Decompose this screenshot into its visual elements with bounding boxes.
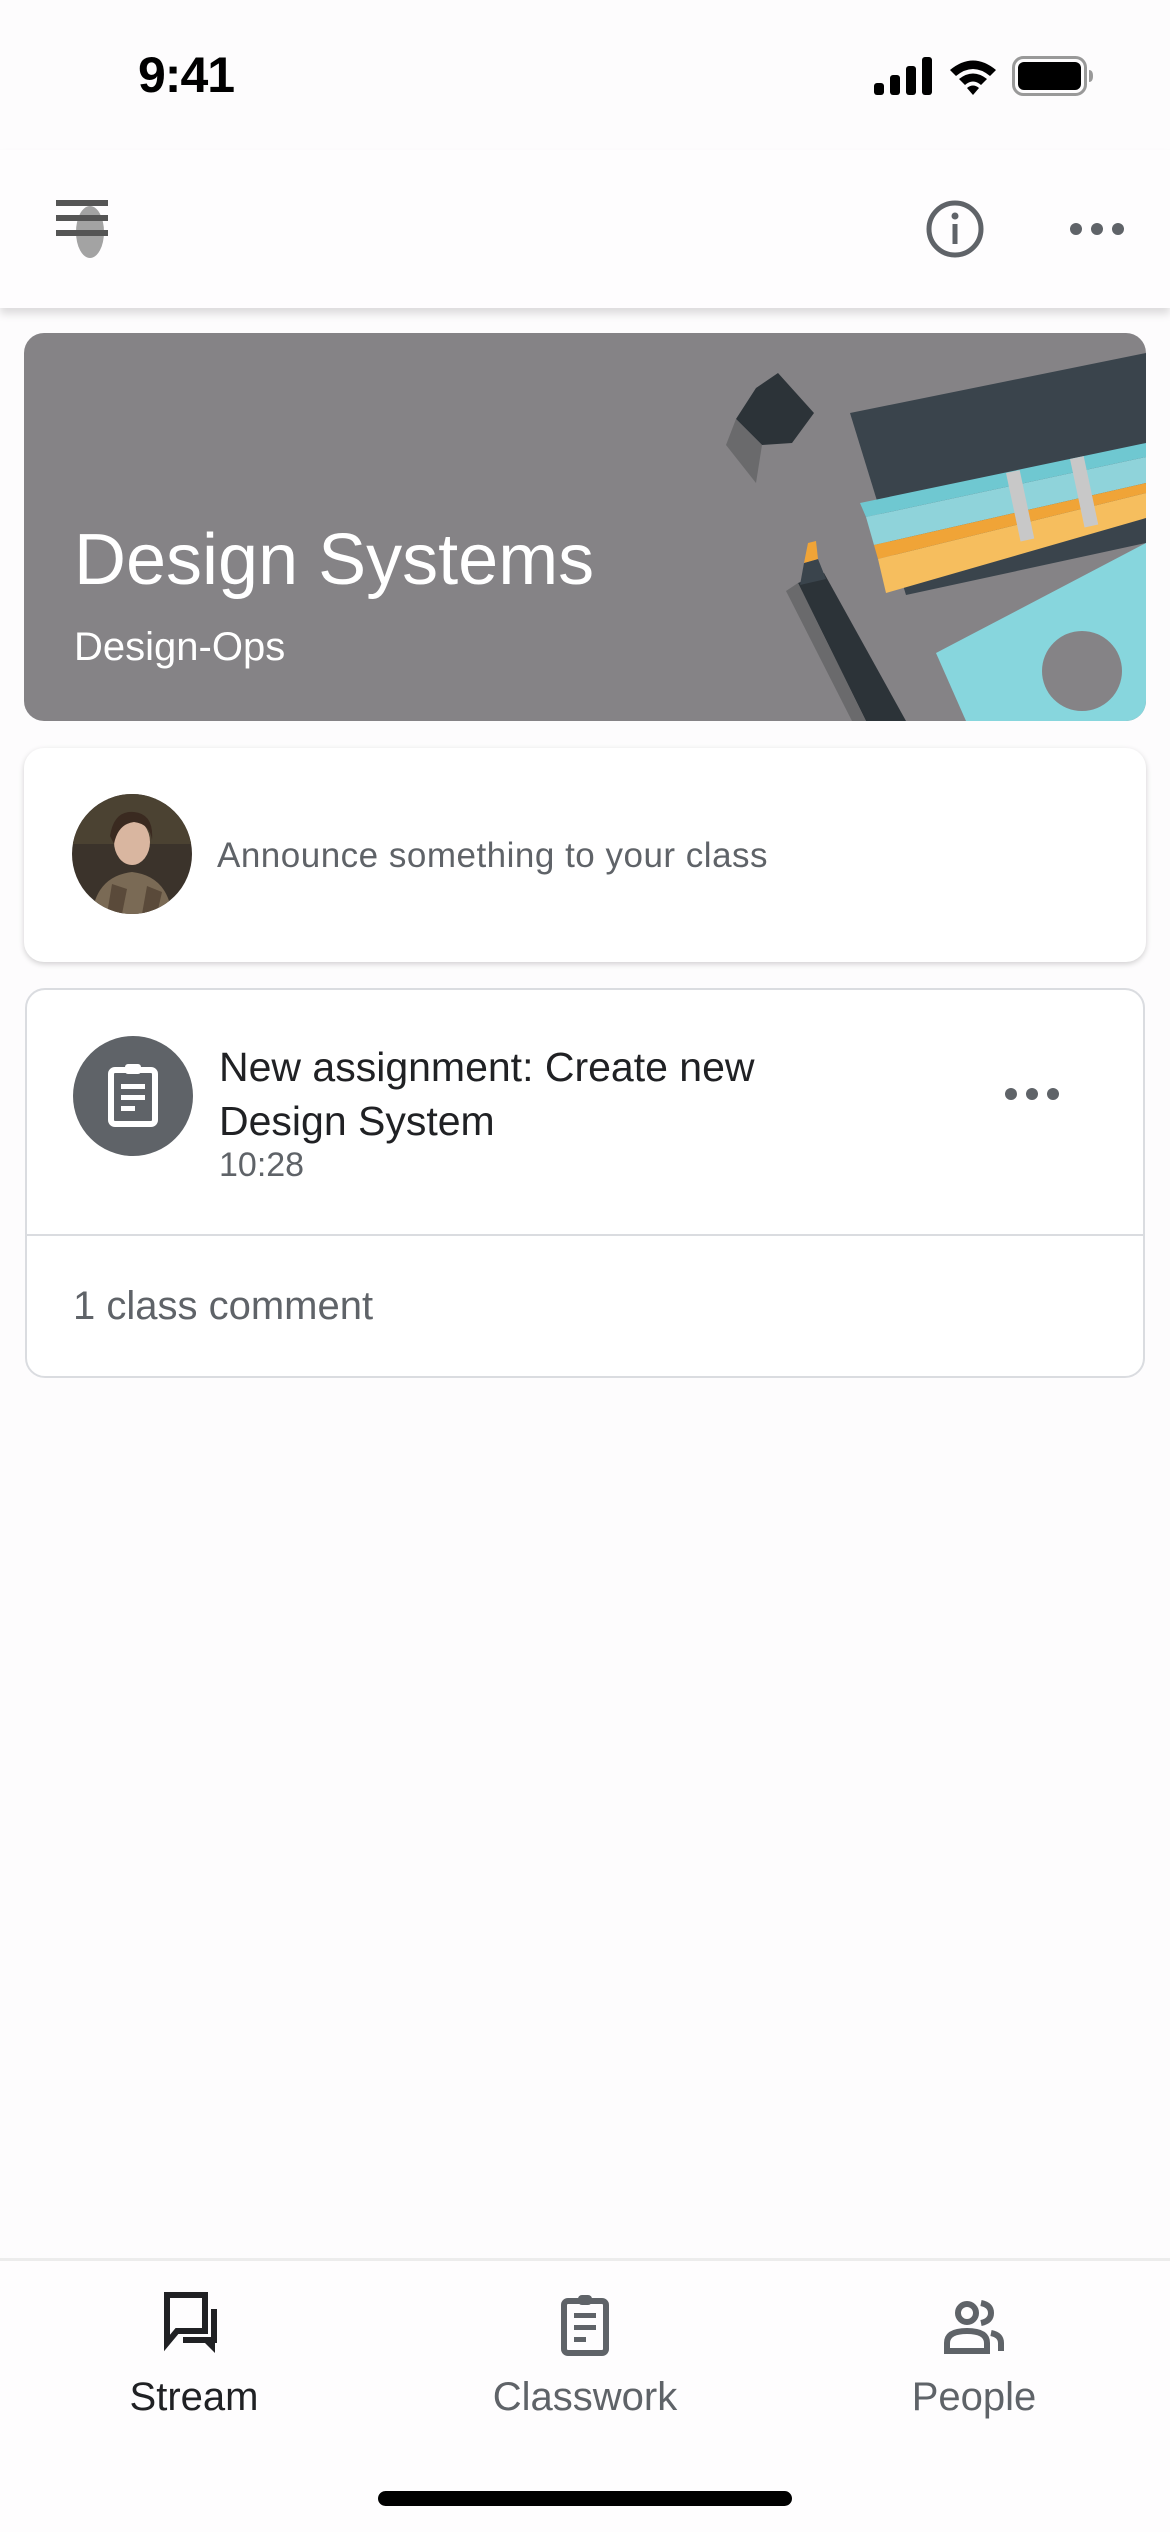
hamburger-menu-icon — [56, 200, 108, 258]
menu-button[interactable] — [48, 190, 124, 266]
wifi-icon — [950, 60, 996, 95]
home-indicator[interactable] — [378, 2491, 792, 2506]
classwork-icon — [561, 2295, 609, 2356]
assignment-icon — [73, 1036, 193, 1156]
divider — [27, 1234, 1143, 1236]
class-banner[interactable]: Design Systems Design-Ops — [24, 333, 1146, 721]
stream-item-more-button[interactable] — [997, 1074, 1067, 1114]
cellular-signal-icon — [874, 57, 932, 95]
avatar-image — [72, 794, 192, 914]
people-icon — [944, 2300, 1004, 2354]
class-title: Design Systems — [74, 520, 595, 600]
stream-item-time: 10:28 — [219, 1146, 305, 1184]
tab-stream[interactable]: Stream — [44, 2291, 344, 2441]
stream-item-title[interactable]: New assignment: Create new Design System — [219, 1040, 859, 1148]
more-horizontal-icon — [1070, 223, 1124, 235]
clipboard-icon — [108, 1064, 158, 1127]
tab-classwork-label: Classwork — [492, 2375, 678, 2419]
more-options-button[interactable] — [1060, 194, 1136, 264]
status-time: 9:41 — [138, 47, 235, 103]
banner-illustration — [726, 353, 1146, 721]
announce-card[interactable]: Announce something to your class — [24, 748, 1146, 962]
more-horizontal-icon — [1005, 1088, 1059, 1100]
class-comments-link[interactable]: 1 class comment — [73, 1284, 373, 1329]
stream-item[interactable]: New assignment: Create new Design System… — [25, 988, 1145, 1378]
announce-input[interactable]: Announce something to your class — [217, 836, 768, 876]
status-icons — [874, 56, 1094, 96]
app-header — [0, 150, 1170, 308]
tab-stream-label: Stream — [129, 2375, 259, 2419]
info-icon — [926, 200, 984, 258]
battery-icon — [1012, 56, 1093, 96]
tab-people[interactable]: People — [824, 2291, 1124, 2441]
class-info-button[interactable] — [920, 194, 990, 264]
tab-classwork[interactable]: Classwork — [435, 2291, 735, 2441]
class-section: Design-Ops — [74, 625, 286, 669]
user-avatar — [72, 794, 192, 914]
tab-people-label: People — [911, 2375, 1037, 2419]
stream-icon — [164, 2292, 217, 2353]
